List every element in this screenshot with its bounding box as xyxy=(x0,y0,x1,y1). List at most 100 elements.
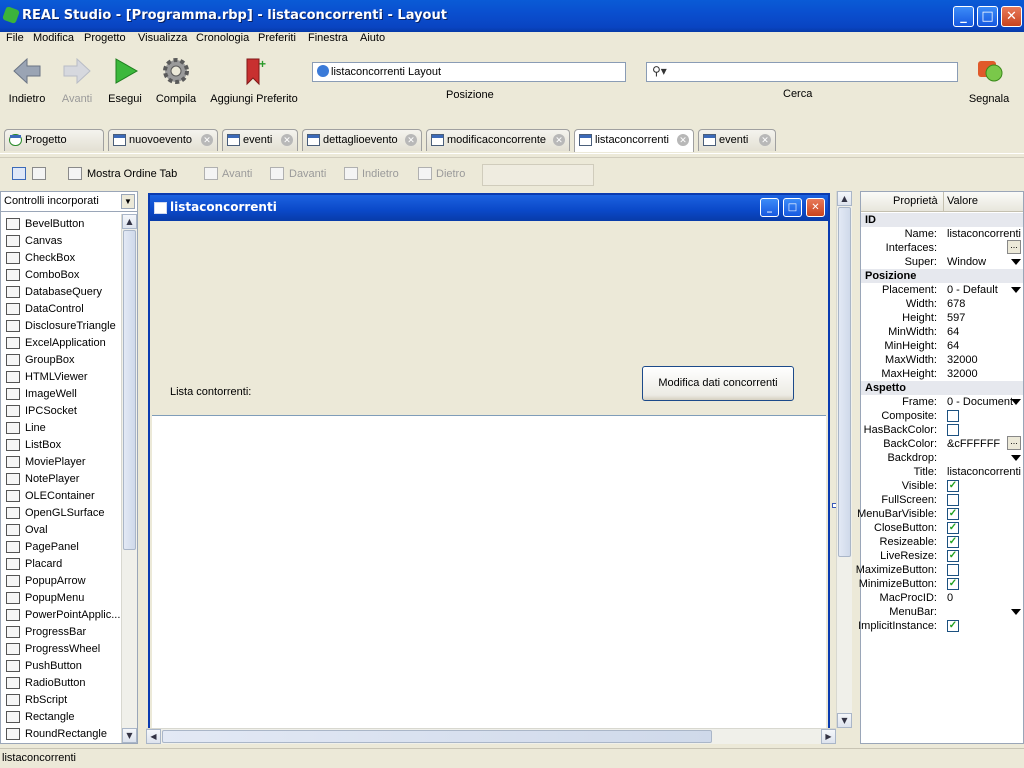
property-checkbox[interactable]: ✓ xyxy=(947,620,959,632)
tab-eventi-code[interactable]: eventi ✕ xyxy=(698,129,776,151)
minimize-button[interactable]: _ xyxy=(953,6,974,27)
ellipsis-button[interactable]: ... xyxy=(1007,240,1021,254)
close-button[interactable]: ✕ xyxy=(1001,6,1022,27)
property-row[interactable]: MacProcID: 0 xyxy=(861,591,1023,605)
properties-name-header[interactable]: Proprietà xyxy=(893,195,938,207)
property-value[interactable]: listaconcorrenti xyxy=(947,465,1021,479)
property-value[interactable]: 32000 xyxy=(947,353,1021,367)
dropdown-arrow-icon[interactable] xyxy=(1011,399,1021,405)
scroll-left-icon[interactable]: ◀ xyxy=(146,729,161,744)
control-item[interactable]: IPCSocket xyxy=(1,403,121,420)
property-row[interactable]: Placement: 0 - Default xyxy=(861,283,1023,297)
property-value[interactable]: 64 xyxy=(947,339,1021,353)
menu-preferiti[interactable]: Preferiti xyxy=(258,32,296,44)
property-row[interactable]: Title: listaconcorrenti xyxy=(861,465,1023,479)
property-row[interactable]: Name: listaconcorrenti xyxy=(861,227,1023,241)
align-buttons[interactable] xyxy=(482,164,594,186)
control-item[interactable]: Canvas xyxy=(1,233,121,250)
menu-visualizza[interactable]: Visualizza xyxy=(138,32,187,44)
add-bookmark-button[interactable]: + Aggiungi Preferito xyxy=(208,55,300,105)
scroll-thumb[interactable] xyxy=(162,730,712,743)
scroll-up-icon[interactable]: ▲ xyxy=(837,191,852,206)
property-row[interactable]: BackColor: &cFFFFFF... xyxy=(861,436,1023,451)
property-checkbox[interactable]: ✓ xyxy=(947,508,959,520)
layout-view-icon[interactable] xyxy=(12,167,26,180)
property-row[interactable]: MaxHeight: 32000 xyxy=(861,367,1023,381)
control-item[interactable]: Rectangle xyxy=(1,709,121,726)
location-field[interactable]: listaconcorrenti Layout xyxy=(312,62,626,82)
show-tab-order-button[interactable]: Mostra Ordine Tab xyxy=(87,168,177,180)
control-item[interactable]: PopupArrow xyxy=(1,573,121,590)
control-item[interactable]: Placard xyxy=(1,556,121,573)
scroll-right-icon[interactable]: ▶ xyxy=(821,729,836,744)
controls-scrollbar[interactable]: ▲ ▼ xyxy=(121,214,137,743)
controls-filter-select[interactable]: Controlli incorporati ▼ xyxy=(1,192,137,212)
control-item[interactable]: ExcelApplication xyxy=(1,335,121,352)
control-item[interactable]: ProgressWheel xyxy=(1,641,121,658)
search-input[interactable] xyxy=(646,62,958,82)
control-item[interactable]: Oval xyxy=(1,522,121,539)
control-item[interactable]: CheckBox xyxy=(1,250,121,267)
control-item[interactable]: NotePlayer xyxy=(1,471,121,488)
property-checkbox[interactable] xyxy=(947,410,959,422)
property-row[interactable]: MenuBarVisible: ✓ xyxy=(857,507,1023,521)
tab-modificaconcorrente[interactable]: modificaconcorrente ✕ xyxy=(426,129,570,151)
control-item[interactable]: GroupBox xyxy=(1,352,121,369)
property-value[interactable]: 32000 xyxy=(947,367,1021,381)
maximize-button[interactable]: □ xyxy=(977,6,998,27)
property-value[interactable]: 64 xyxy=(947,325,1021,339)
window-preview-body[interactable]: Lista contorrenti: Modifica dati concorr… xyxy=(150,221,828,731)
property-row[interactable]: Composite: xyxy=(861,409,1023,423)
control-item[interactable]: PowerPointApplic... xyxy=(1,607,121,624)
property-row[interactable]: Height: 597 xyxy=(861,311,1023,325)
property-checkbox[interactable] xyxy=(947,424,959,436)
property-row[interactable]: Backdrop: xyxy=(861,451,1023,465)
control-item[interactable]: RoundRectangle xyxy=(1,726,121,743)
property-value[interactable]: 0 xyxy=(947,591,1021,605)
control-item[interactable]: DataControl xyxy=(1,301,121,318)
property-value[interactable]: 0 - Default xyxy=(947,283,1021,297)
property-row[interactable]: ImplicitInstance: ✓ xyxy=(858,619,1023,633)
canvas-vertical-scrollbar[interactable]: ▲ ▼ xyxy=(836,191,852,728)
control-item[interactable]: MoviePlayer xyxy=(1,454,121,471)
tab-progetto[interactable]: Progetto xyxy=(4,129,104,151)
layout-canvas[interactable]: listaconcorrenti _ □ ✕ Lista contorrenti… xyxy=(146,191,852,744)
forward-layer-button[interactable]: Avanti xyxy=(222,168,252,180)
property-row[interactable]: MenuBar: xyxy=(861,605,1023,619)
control-item[interactable]: ProgressBar xyxy=(1,624,121,641)
tab-listaconcorrenti[interactable]: listaconcorrenti ✕ xyxy=(574,129,694,152)
forward-button[interactable]: Avanti xyxy=(57,55,97,105)
dropdown-arrow-icon[interactable] xyxy=(1011,259,1021,265)
property-value[interactable]: Window xyxy=(947,255,1021,269)
control-item[interactable]: DatabaseQuery xyxy=(1,284,121,301)
control-item[interactable]: HTMLViewer xyxy=(1,369,121,386)
control-item[interactable]: ImageWell xyxy=(1,386,121,403)
run-button[interactable]: Esegui xyxy=(107,55,143,105)
close-tab-icon[interactable]: ✕ xyxy=(405,134,417,146)
dropdown-arrow-icon[interactable] xyxy=(1011,455,1021,461)
property-row[interactable]: Resizeable: ✓ xyxy=(861,535,1023,549)
property-checkbox[interactable]: ✓ xyxy=(947,536,959,548)
lista-label[interactable]: Lista contorrenti: xyxy=(170,386,251,398)
property-row[interactable]: CloseButton: ✓ xyxy=(861,521,1023,535)
property-row[interactable]: FullScreen: xyxy=(861,493,1023,507)
menu-file[interactable]: File xyxy=(6,32,24,44)
property-row[interactable]: MaximizeButton: xyxy=(856,563,1023,577)
scroll-down-icon[interactable]: ▼ xyxy=(837,713,852,728)
close-tab-icon[interactable]: ✕ xyxy=(677,134,689,146)
property-value[interactable]: 678 xyxy=(947,297,1021,311)
menu-progetto[interactable]: Progetto xyxy=(84,32,126,44)
menu-aiuto[interactable]: Aiuto xyxy=(360,32,385,44)
modifica-dati-button[interactable]: Modifica dati concorrenti xyxy=(642,366,794,401)
property-row[interactable]: Width: 678 xyxy=(861,297,1023,311)
control-item[interactable]: DisclosureTriangle xyxy=(1,318,121,335)
property-value[interactable]: listaconcorrenti xyxy=(947,227,1021,241)
property-value[interactable]: 597 xyxy=(947,311,1021,325)
property-row[interactable]: Frame: 0 - Document xyxy=(861,395,1023,409)
control-item[interactable]: PushButton xyxy=(1,658,121,675)
property-row[interactable]: Super: Window xyxy=(861,255,1023,269)
control-item[interactable]: ComboBox xyxy=(1,267,121,284)
control-item[interactable]: OLEContainer xyxy=(1,488,121,505)
menu-modifica[interactable]: Modifica xyxy=(33,32,74,44)
tab-dettaglioevento[interactable]: dettaglioevento ✕ xyxy=(302,129,422,151)
